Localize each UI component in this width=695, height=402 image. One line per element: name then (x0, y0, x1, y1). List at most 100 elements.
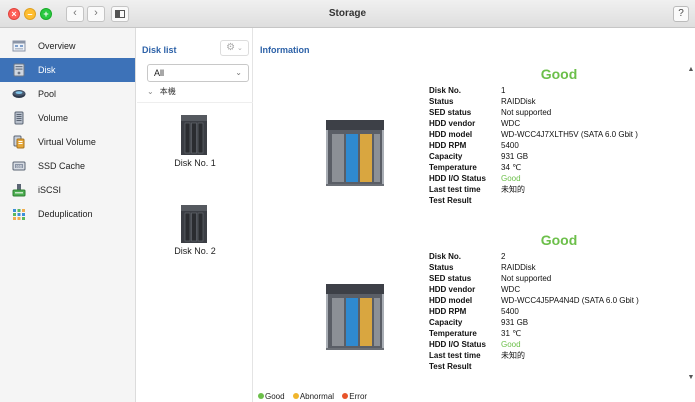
field-value: RAIDDisk (501, 263, 536, 272)
hard-disk-icon (181, 115, 207, 155)
good-dot-icon (258, 393, 264, 399)
field-value: 2 (501, 252, 506, 261)
field-label: Temperature (429, 163, 477, 172)
deduplication-icon (13, 209, 25, 220)
scroll-up-icon[interactable]: ▲ (687, 66, 695, 73)
information-panel: Information Good Disk No. 1 Status RAIDDis… (254, 28, 695, 402)
sidebar-item-volume[interactable]: Volume (0, 106, 135, 130)
field-label: HDD RPM (429, 307, 467, 316)
field-label: HDD model (429, 130, 473, 139)
disk-list-settings-button[interactable]: ⚙ ⌄ (220, 40, 249, 56)
field-label: Last test time (429, 351, 481, 360)
disk-tile-label: Disk No. 2 (174, 246, 216, 256)
field-label: Temperature (429, 329, 477, 338)
field-value: 931 GB (501, 152, 529, 161)
error-dot-icon (342, 393, 349, 399)
disk-icon (13, 63, 25, 77)
chevron-down-icon: ⌄ (147, 87, 154, 96)
hard-disk-icon (181, 205, 207, 243)
virtual-volume-icon (13, 135, 25, 149)
ssd-cache-icon: SSD (12, 161, 26, 171)
field-value: 未知的 (501, 351, 525, 360)
status-legend: Good Abnormal Error (258, 392, 373, 401)
field-value: Good (501, 340, 521, 349)
field-label: HDD RPM (429, 141, 467, 150)
divider (137, 102, 253, 103)
svg-text:SSD: SSD (16, 164, 23, 168)
iscsi-icon (12, 184, 26, 197)
legend-abnormal: Abnormal (292, 392, 334, 401)
health-status-heading: Good (540, 232, 578, 248)
field-label: HDD vendor (429, 119, 476, 128)
field-value: 931 GB (501, 318, 529, 327)
title-bar: × – + ‹ › Storage ? (0, 0, 695, 28)
overview-icon (12, 40, 26, 52)
field-label: HDD model (429, 296, 473, 305)
tree-node-label: 本機 (159, 87, 176, 96)
tree-node-local[interactable]: ⌄ 本機 (147, 86, 176, 97)
chevron-down-icon: ⌄ (235, 68, 242, 77)
sidebar-item-label: Volume (38, 113, 69, 123)
sidebar-item-label: Pool (38, 89, 57, 99)
nas-device-icon (326, 284, 384, 350)
field-label: HDD I/O Status (429, 340, 486, 349)
field-value: WD-WCC4J7XLTH5V (SATA 6.0 Gbit ) (501, 130, 638, 139)
sidebar-item-pool[interactable]: Pool (0, 82, 135, 106)
sidebar-item-deduplication[interactable]: Deduplication (0, 202, 135, 226)
legend-error: Error (342, 392, 367, 401)
field-label: Test Result (429, 362, 472, 371)
field-value: 未知的 (501, 185, 525, 194)
disk-filter-value: All (154, 68, 165, 78)
field-label: Disk No. (429, 86, 462, 95)
abnormal-dot-icon (292, 393, 299, 399)
field-label: SED status (429, 108, 472, 117)
field-label: Last test time (429, 185, 481, 194)
field-value: WDC (501, 119, 521, 128)
sidebar-item-label: SSD Cache (38, 161, 86, 171)
sidebar-item-iscsi[interactable]: iSCSI (0, 178, 135, 202)
sidebar-item-virtual-volume[interactable]: Virtual Volume (0, 130, 135, 154)
disk-tile-2[interactable]: Disk No. 2 (137, 204, 253, 262)
nas-device-icon (326, 120, 384, 186)
field-label: HDD vendor (429, 285, 476, 294)
scroll-down-icon[interactable]: ▼ (687, 374, 695, 381)
sidebar-item-label: Overview (38, 41, 76, 51)
disk-list-title: Disk list (142, 45, 177, 55)
field-value: RAIDDisk (501, 97, 536, 106)
help-icon: ? (678, 8, 684, 19)
sidebar: Overview Disk Pool Volume Virtual Volume… (0, 28, 136, 402)
field-value: Good (501, 174, 521, 183)
chevron-down-icon: ⌄ (237, 45, 243, 52)
sidebar-item-label: Virtual Volume (38, 137, 96, 147)
field-label: Status (429, 97, 454, 106)
sidebar-item-disk[interactable]: Disk (0, 58, 135, 82)
field-value: WDC (501, 285, 521, 294)
window-title: Storage (328, 8, 367, 19)
help-button[interactable]: ? (673, 6, 689, 22)
field-value: 5400 (501, 141, 519, 150)
field-label: Test Result (429, 196, 472, 205)
field-label: Capacity (429, 152, 463, 161)
sidebar-item-label: Deduplication (38, 209, 93, 219)
field-label: Capacity (429, 318, 463, 327)
sidebar-item-overview[interactable]: Overview (0, 34, 135, 58)
disk-list-panel: Disk list ⚙ ⌄ All ⌄ ⌄ 本機 Disk No. 1 Disk N… (137, 28, 253, 402)
gear-icon: ⚙ (226, 42, 236, 53)
field-value: 31 ℃ (501, 329, 522, 338)
field-value: 5400 (501, 307, 519, 316)
sidebar-item-label: Disk (38, 65, 56, 75)
field-label: Disk No. (429, 252, 462, 261)
health-status-heading: Good (540, 66, 578, 82)
field-label: SED status (429, 274, 472, 283)
sidebar-item-label: iSCSI (38, 185, 62, 195)
information-title: Information (260, 45, 310, 55)
info-scrollbar[interactable]: ▲ ▼ (687, 66, 695, 382)
field-value: WD-WCC4J5PA4N4D (SATA 6.0 Gbit ) (501, 296, 639, 305)
volume-icon (14, 111, 24, 125)
field-value: 1 (501, 86, 506, 95)
disk-filter-select[interactable]: All ⌄ (147, 64, 249, 82)
field-value: 34 ℃ (501, 163, 522, 172)
sidebar-item-ssd-cache[interactable]: SSD SSD Cache (0, 154, 135, 178)
disk-tile-1[interactable]: Disk No. 1 (137, 114, 253, 172)
field-value: Not supported (501, 274, 552, 283)
